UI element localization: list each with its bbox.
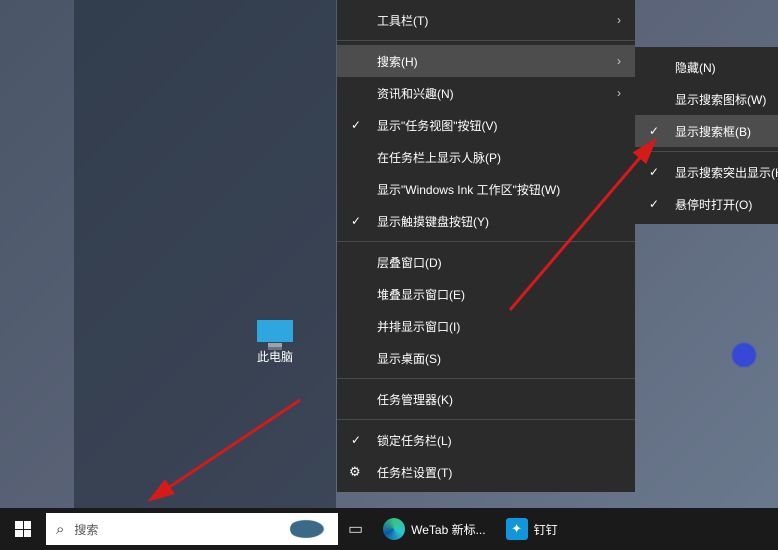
submenu-show-search-box[interactable]: ✓ 显示搜索框(B) [635,115,778,147]
menu-label: 显示搜索突出显示(H) [675,164,778,181]
search-highlight-image [290,517,330,541]
check-icon: ✓ [351,118,361,132]
menu-show-touch-keyboard[interactable]: ✓ 显示触摸键盘按钮(Y) [337,205,635,237]
menu-label: 任务栏设置(T) [377,464,452,481]
menu-news-interests[interactable]: 资讯和兴趣(N) › [337,77,635,109]
task-view-button[interactable]: ▭ [338,508,373,550]
chevron-right-icon: › [617,86,621,100]
menu-search[interactable]: 搜索(H) › [337,45,635,77]
menu-label: 工具栏(T) [377,12,428,29]
app-label: 钉钉 [534,521,558,538]
menu-label: 显示搜索框(B) [675,123,751,140]
chevron-right-icon: › [617,54,621,68]
menu-separator [337,378,635,379]
menu-separator [337,241,635,242]
menu-label: 在任务栏上显示人脉(P) [377,149,501,166]
menu-task-manager[interactable]: 任务管理器(K) [337,383,635,415]
menu-label: 显示桌面(S) [377,350,441,367]
decorative-butterfly [728,340,768,370]
submenu-show-search-icon[interactable]: 显示搜索图标(W) [635,83,778,115]
search-submenu: 隐藏(N) 显示搜索图标(W) ✓ 显示搜索框(B) ✓ 显示搜索突出显示(H)… [635,47,778,224]
submenu-hidden[interactable]: 隐藏(N) [635,51,778,83]
menu-taskbar-settings[interactable]: ⚙ 任务栏设置(T) [337,456,635,488]
menu-label: 锁定任务栏(L) [377,432,452,449]
menu-show-ink-workspace[interactable]: 显示"Windows Ink 工作区"按钮(W) [337,173,635,205]
menu-show-task-view[interactable]: ✓ 显示"任务视图"按钮(V) [337,109,635,141]
menu-separator [635,151,778,152]
task-view-icon: ▭ [348,519,363,539]
menu-label: 资讯和兴趣(N) [377,85,454,102]
taskbar-search-box[interactable]: ⌕ 搜索 [46,513,338,545]
dingtalk-icon: ✦ [506,518,528,540]
gear-icon: ⚙ [349,464,361,480]
monitor-icon [255,318,295,344]
menu-lock-taskbar[interactable]: ✓ 锁定任务栏(L) [337,424,635,456]
menu-separator [337,40,635,41]
start-button[interactable] [0,508,46,550]
check-icon: ✓ [351,214,361,228]
menu-cascade[interactable]: 层叠窗口(D) [337,246,635,278]
menu-show-people[interactable]: 在任务栏上显示人脉(P) [337,141,635,173]
check-icon: ✓ [351,433,361,447]
desktop-dark-panel [74,0,336,508]
menu-label: 堆叠显示窗口(E) [377,286,465,303]
submenu-show-highlights[interactable]: ✓ 显示搜索突出显示(H) [635,156,778,188]
menu-label: 显示搜索图标(W) [675,91,766,108]
desktop-icon-this-pc[interactable]: 此电脑 [240,318,310,365]
app-label: WeTab 新标... [411,521,485,538]
menu-label: 显示触摸键盘按钮(Y) [377,213,489,230]
menu-label: 悬停时打开(O) [675,196,752,213]
check-icon: ✓ [649,197,659,211]
taskbar: ⌕ 搜索 ▭ WeTab 新标... ✦ 钉钉 [0,508,778,550]
windows-logo-icon [15,521,31,537]
menu-stack[interactable]: 堆叠显示窗口(E) [337,278,635,310]
menu-label: 层叠窗口(D) [377,254,442,271]
menu-side-by-side[interactable]: 并排显示窗口(I) [337,310,635,342]
menu-show-desktop[interactable]: 显示桌面(S) [337,342,635,374]
desktop-icon-label: 此电脑 [257,348,293,365]
menu-label: 隐藏(N) [675,59,716,76]
search-icon: ⌕ [56,521,64,538]
menu-toolbars[interactable]: 工具栏(T) › [337,4,635,36]
taskbar-app-edge[interactable]: WeTab 新标... [373,508,495,550]
check-icon: ✓ [649,124,659,138]
menu-label: 任务管理器(K) [377,391,453,408]
menu-label: 搜索(H) [377,53,418,70]
menu-label: 并排显示窗口(I) [377,318,460,335]
check-icon: ✓ [649,165,659,179]
menu-label: 显示"任务视图"按钮(V) [377,117,498,134]
taskbar-context-menu: 工具栏(T) › 搜索(H) › 资讯和兴趣(N) › ✓ 显示"任务视图"按钮… [337,0,635,492]
menu-separator [337,419,635,420]
submenu-open-on-hover[interactable]: ✓ 悬停时打开(O) [635,188,778,220]
menu-label: 显示"Windows Ink 工作区"按钮(W) [377,181,560,198]
edge-icon [383,518,405,540]
search-placeholder: 搜索 [74,521,98,538]
chevron-right-icon: › [617,13,621,27]
taskbar-app-dingtalk[interactable]: ✦ 钉钉 [496,508,568,550]
